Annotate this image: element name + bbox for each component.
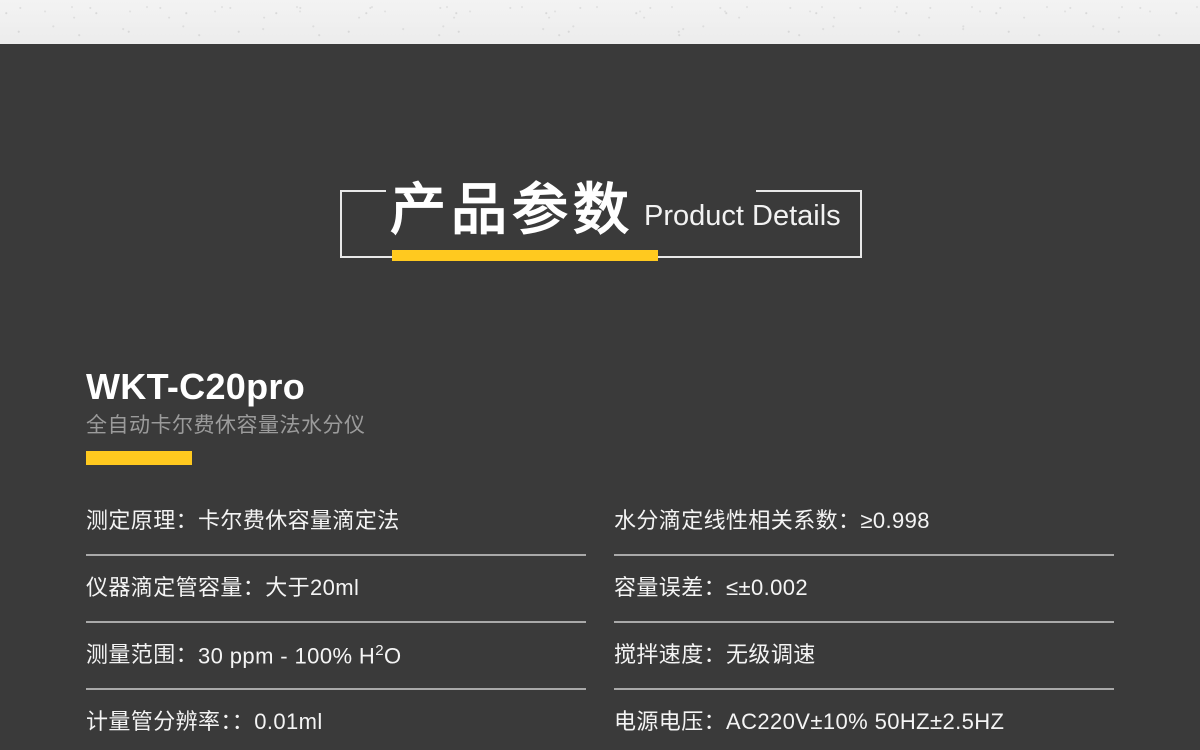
spec-row-label: 搅拌速度： [614, 642, 727, 668]
spec-column-left: 测定原理： 卡尔费休容量滴定法 仪器滴定管容量： 大于20ml 测量范围： 30… [86, 489, 586, 750]
spec-row-value: 0.01ml [254, 709, 323, 735]
spec-column-right: 水分滴定线性相关系数： ≥0.998 容量误差： ≤±0.002 搅拌速度： 无… [614, 489, 1114, 750]
top-texture-strip [0, 0, 1200, 44]
spec-row: 计量管分辨率：： 0.01ml [86, 690, 586, 750]
product-model-name: WKT-C20pro [86, 366, 305, 407]
spec-row: 搅拌速度： 无级调速 [614, 623, 1114, 690]
spec-row: 仪器滴定管容量： 大于20ml [86, 556, 586, 623]
spec-row-value: 大于20ml [265, 575, 360, 601]
spec-row-value: AC220V±10% 50HZ±2.5HZ [726, 709, 1005, 735]
header-title-group: 产品参数 Product Details [340, 162, 862, 258]
spec-row-value: ≥0.998 [860, 508, 930, 534]
product-identity-block: WKT-C20pro 全自动卡尔费休容量法水分仪 [86, 365, 706, 465]
spec-row-label: 容量误差： [614, 575, 727, 601]
specifications-area: 测定原理： 卡尔费休容量滴定法 仪器滴定管容量： 大于20ml 测量范围： 30… [86, 489, 1114, 750]
spec-row-label: 电源电压： [614, 709, 727, 735]
spec-row: 电源电压： AC220V±10% 50HZ±2.5HZ [614, 690, 1114, 750]
spec-row: 测定原理： 卡尔费休容量滴定法 [86, 489, 586, 556]
spec-row-label: 仪器滴定管容量： [86, 575, 266, 601]
spec-row-value: 无级调速 [726, 642, 816, 668]
product-details-page: 产品参数 Product Details WKT-C20pro 全自动卡尔费休容… [0, 0, 1200, 750]
spec-row-label: 计量管分辨率：： [86, 709, 255, 735]
spec-row-value: 30 ppm - 100% H2O [198, 641, 402, 668]
section-header: 产品参数 Product Details [340, 182, 862, 261]
spec-row-value: ≤±0.002 [726, 575, 809, 601]
spec-row: 水分滴定线性相关系数： ≥0.998 [614, 489, 1114, 556]
spec-row: 容量误差： ≤±0.002 [614, 556, 1114, 623]
product-subtitle: 全自动卡尔费休容量法水分仪 [86, 414, 366, 437]
product-accent-bar [86, 451, 192, 465]
spec-row-label: 水分滴定线性相关系数： [614, 508, 861, 534]
spec-row: 测量范围： 30 ppm - 100% H2O [86, 623, 586, 690]
spec-row-label: 测定原理： [86, 508, 199, 534]
spec-row-label: 测量范围： [86, 642, 199, 668]
header-accent-underline [392, 250, 658, 261]
page-title-cn: 产品参数 [390, 178, 634, 241]
spec-row-value: 卡尔费休容量滴定法 [198, 508, 400, 534]
page-title-en: Product Details [644, 199, 841, 232]
